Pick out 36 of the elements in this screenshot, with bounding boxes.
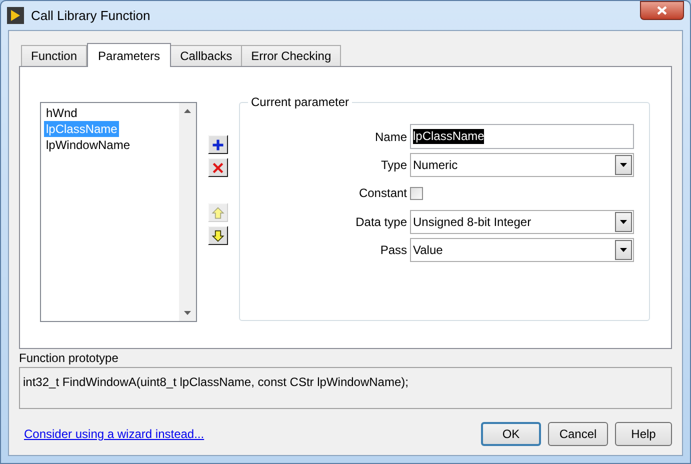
- wizard-link[interactable]: Consider using a wizard instead...: [24, 425, 481, 443]
- app-logo-icon: [7, 7, 24, 24]
- scroll-up-icon[interactable]: [184, 109, 191, 113]
- tool-button[interactable]: [208, 226, 228, 245]
- tool-button[interactable]: [208, 158, 228, 177]
- field-label: Type: [380, 157, 408, 174]
- list-item[interactable]: hWnd: [44, 105, 80, 121]
- up-arrow-icon: [211, 206, 225, 220]
- field-label: Constant: [358, 185, 408, 202]
- scroll-down-icon[interactable]: [184, 311, 191, 315]
- prototype-text: int32_t FindWindowA(uint8_t lpClassName, const CStr lpWindowName);: [23, 375, 408, 389]
- plus-icon: [211, 138, 225, 152]
- name-field[interactable]: lpClassName: [410, 124, 634, 149]
- field-label: Pass: [379, 242, 408, 259]
- checkbox[interactable]: [410, 186, 423, 200]
- dropdown[interactable]: Value: [410, 238, 634, 262]
- scrollbar[interactable]: [179, 103, 196, 321]
- down-arrow-icon: [211, 228, 225, 242]
- tab[interactable]: Error Checking: [241, 45, 342, 66]
- tool-button[interactable]: [208, 135, 228, 154]
- dialog-button[interactable]: Cancel: [548, 422, 608, 446]
- dialog-button[interactable]: OK: [481, 422, 541, 446]
- dropdown[interactable]: Numeric: [410, 153, 634, 177]
- tab[interactable]: Function: [21, 45, 88, 66]
- dropdown[interactable]: Unsigned 8-bit Integer: [410, 210, 634, 234]
- list-item[interactable]: lpWindowName: [44, 137, 132, 153]
- tab[interactable]: Callbacks: [170, 45, 242, 66]
- dialog-button[interactable]: Help: [615, 422, 672, 446]
- close-button[interactable]: [640, 1, 684, 20]
- x-mark-icon: [211, 160, 225, 174]
- field-label: Name: [374, 128, 408, 146]
- close-icon: [657, 6, 667, 15]
- prototype-label: Function prototype: [19, 350, 120, 366]
- tab[interactable]: Parameters: [87, 43, 172, 67]
- window-title: Call Library Function: [31, 6, 152, 25]
- field-label: Data type: [354, 214, 408, 231]
